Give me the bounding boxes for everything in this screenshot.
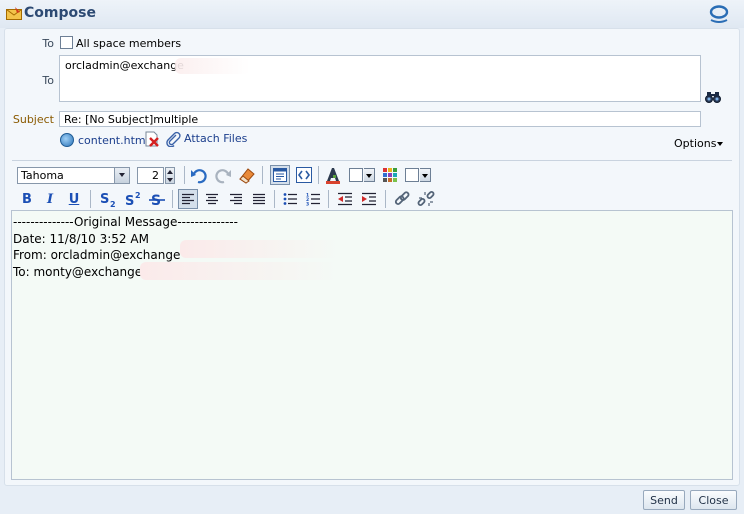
redacted-area [140, 262, 340, 280]
align-center-icon [206, 193, 218, 204]
to-label: To [42, 37, 54, 50]
text-color-icon[interactable] [324, 166, 342, 184]
toolbar-divider [12, 160, 732, 161]
to-recipient-value: orcladmin@exchange [65, 59, 184, 72]
background-color-swatch[interactable] [405, 168, 419, 182]
align-left-icon [182, 193, 194, 204]
toolbar-separator [318, 166, 319, 184]
font-size-spinner[interactable] [165, 167, 175, 184]
rich-text-mode-button[interactable] [270, 165, 290, 185]
indent-icon [362, 192, 376, 206]
paperclip-icon[interactable] [165, 131, 181, 147]
source-code-icon [296, 167, 312, 183]
svg-text:3: 3 [306, 202, 309, 207]
to-recipients-field[interactable]: orcladmin@exchange [59, 55, 701, 102]
attach-files-link[interactable]: Attach Files [184, 132, 247, 145]
outdent-icon [338, 192, 352, 206]
numbered-list-button[interactable]: 1 2 3 [303, 189, 323, 209]
message-line: To: monty@exchange [13, 264, 143, 279]
outdent-button[interactable] [335, 189, 355, 209]
align-center-button[interactable] [202, 189, 222, 209]
delete-attachment-icon[interactable] [144, 131, 160, 147]
text-color-swatch[interactable] [349, 168, 363, 182]
options-menu[interactable]: Options [674, 137, 716, 150]
compose-envelope-icon [6, 7, 22, 20]
background-color-dropdown[interactable] [420, 168, 431, 182]
message-line: --------------Original Message----------… [13, 215, 238, 229]
attachment-file-link[interactable]: content.html [78, 134, 149, 147]
undo-icon[interactable] [190, 167, 208, 184]
numbered-list-icon: 1 2 3 [306, 193, 320, 207]
dialog-header [0, 0, 744, 28]
text-color-dropdown[interactable] [364, 168, 375, 182]
svg-text:2: 2 [135, 191, 141, 200]
toolbar-separator [274, 190, 275, 208]
message-line: Date: 11/8/10 3:52 AM [13, 231, 149, 246]
close-button[interactable]: Close [690, 490, 737, 510]
italic-button[interactable]: I [40, 189, 60, 209]
redacted-area [175, 58, 250, 74]
superscript-icon[interactable]: S 2 [124, 190, 144, 208]
background-color-icon[interactable] [382, 167, 398, 183]
options-caret-icon[interactable] [717, 142, 723, 146]
message-editor[interactable]: --------------Original Message----------… [11, 210, 733, 480]
toolbar-separator [172, 190, 173, 208]
toolbar-separator [90, 190, 91, 208]
html-file-icon [60, 133, 74, 147]
subject-field[interactable]: Re: [No Subject]multiple [59, 111, 701, 127]
source-mode-button[interactable] [294, 165, 314, 185]
bullet-list-button[interactable] [280, 189, 300, 209]
oracle-logo-icon [709, 5, 729, 23]
insert-link-icon[interactable] [393, 190, 411, 208]
indent-button[interactable] [359, 189, 379, 209]
align-right-icon [230, 193, 242, 204]
justify-button[interactable] [249, 189, 269, 209]
to-recipients-label: To [42, 74, 54, 87]
underline-button[interactable]: U [64, 189, 84, 209]
svg-text:S: S [125, 194, 134, 208]
bullet-list-icon [283, 193, 297, 205]
redo-icon[interactable] [214, 167, 232, 184]
toolbar-separator [262, 166, 263, 184]
all-members-checkbox[interactable] [60, 36, 73, 49]
toolbar-separator [385, 190, 386, 208]
strikethrough-icon[interactable]: S [148, 190, 168, 208]
subscript-icon[interactable]: S 2 [99, 190, 119, 208]
dialog-title: Compose [24, 5, 96, 21]
align-left-button[interactable] [178, 189, 198, 209]
justify-icon [253, 193, 265, 204]
svg-text:2: 2 [110, 200, 116, 208]
toolbar-separator [184, 166, 185, 184]
redacted-area [180, 240, 340, 258]
remove-link-icon[interactable] [417, 190, 435, 208]
subject-label: Subject [12, 113, 54, 126]
align-right-button[interactable] [226, 189, 246, 209]
message-line: From: orcladmin@exchange [13, 248, 181, 262]
eraser-icon[interactable] [238, 166, 256, 184]
rich-text-icon [273, 168, 287, 182]
binoculars-icon[interactable] [705, 90, 721, 104]
send-button[interactable]: Send [643, 490, 685, 510]
toolbar-separator [328, 190, 329, 208]
bold-button[interactable]: B [17, 189, 37, 209]
font-dropdown-icon[interactable] [114, 168, 129, 183]
font-size-field[interactable]: 2 [137, 167, 164, 184]
all-members-label[interactable]: All space members [76, 37, 181, 50]
svg-text:S: S [100, 192, 109, 207]
